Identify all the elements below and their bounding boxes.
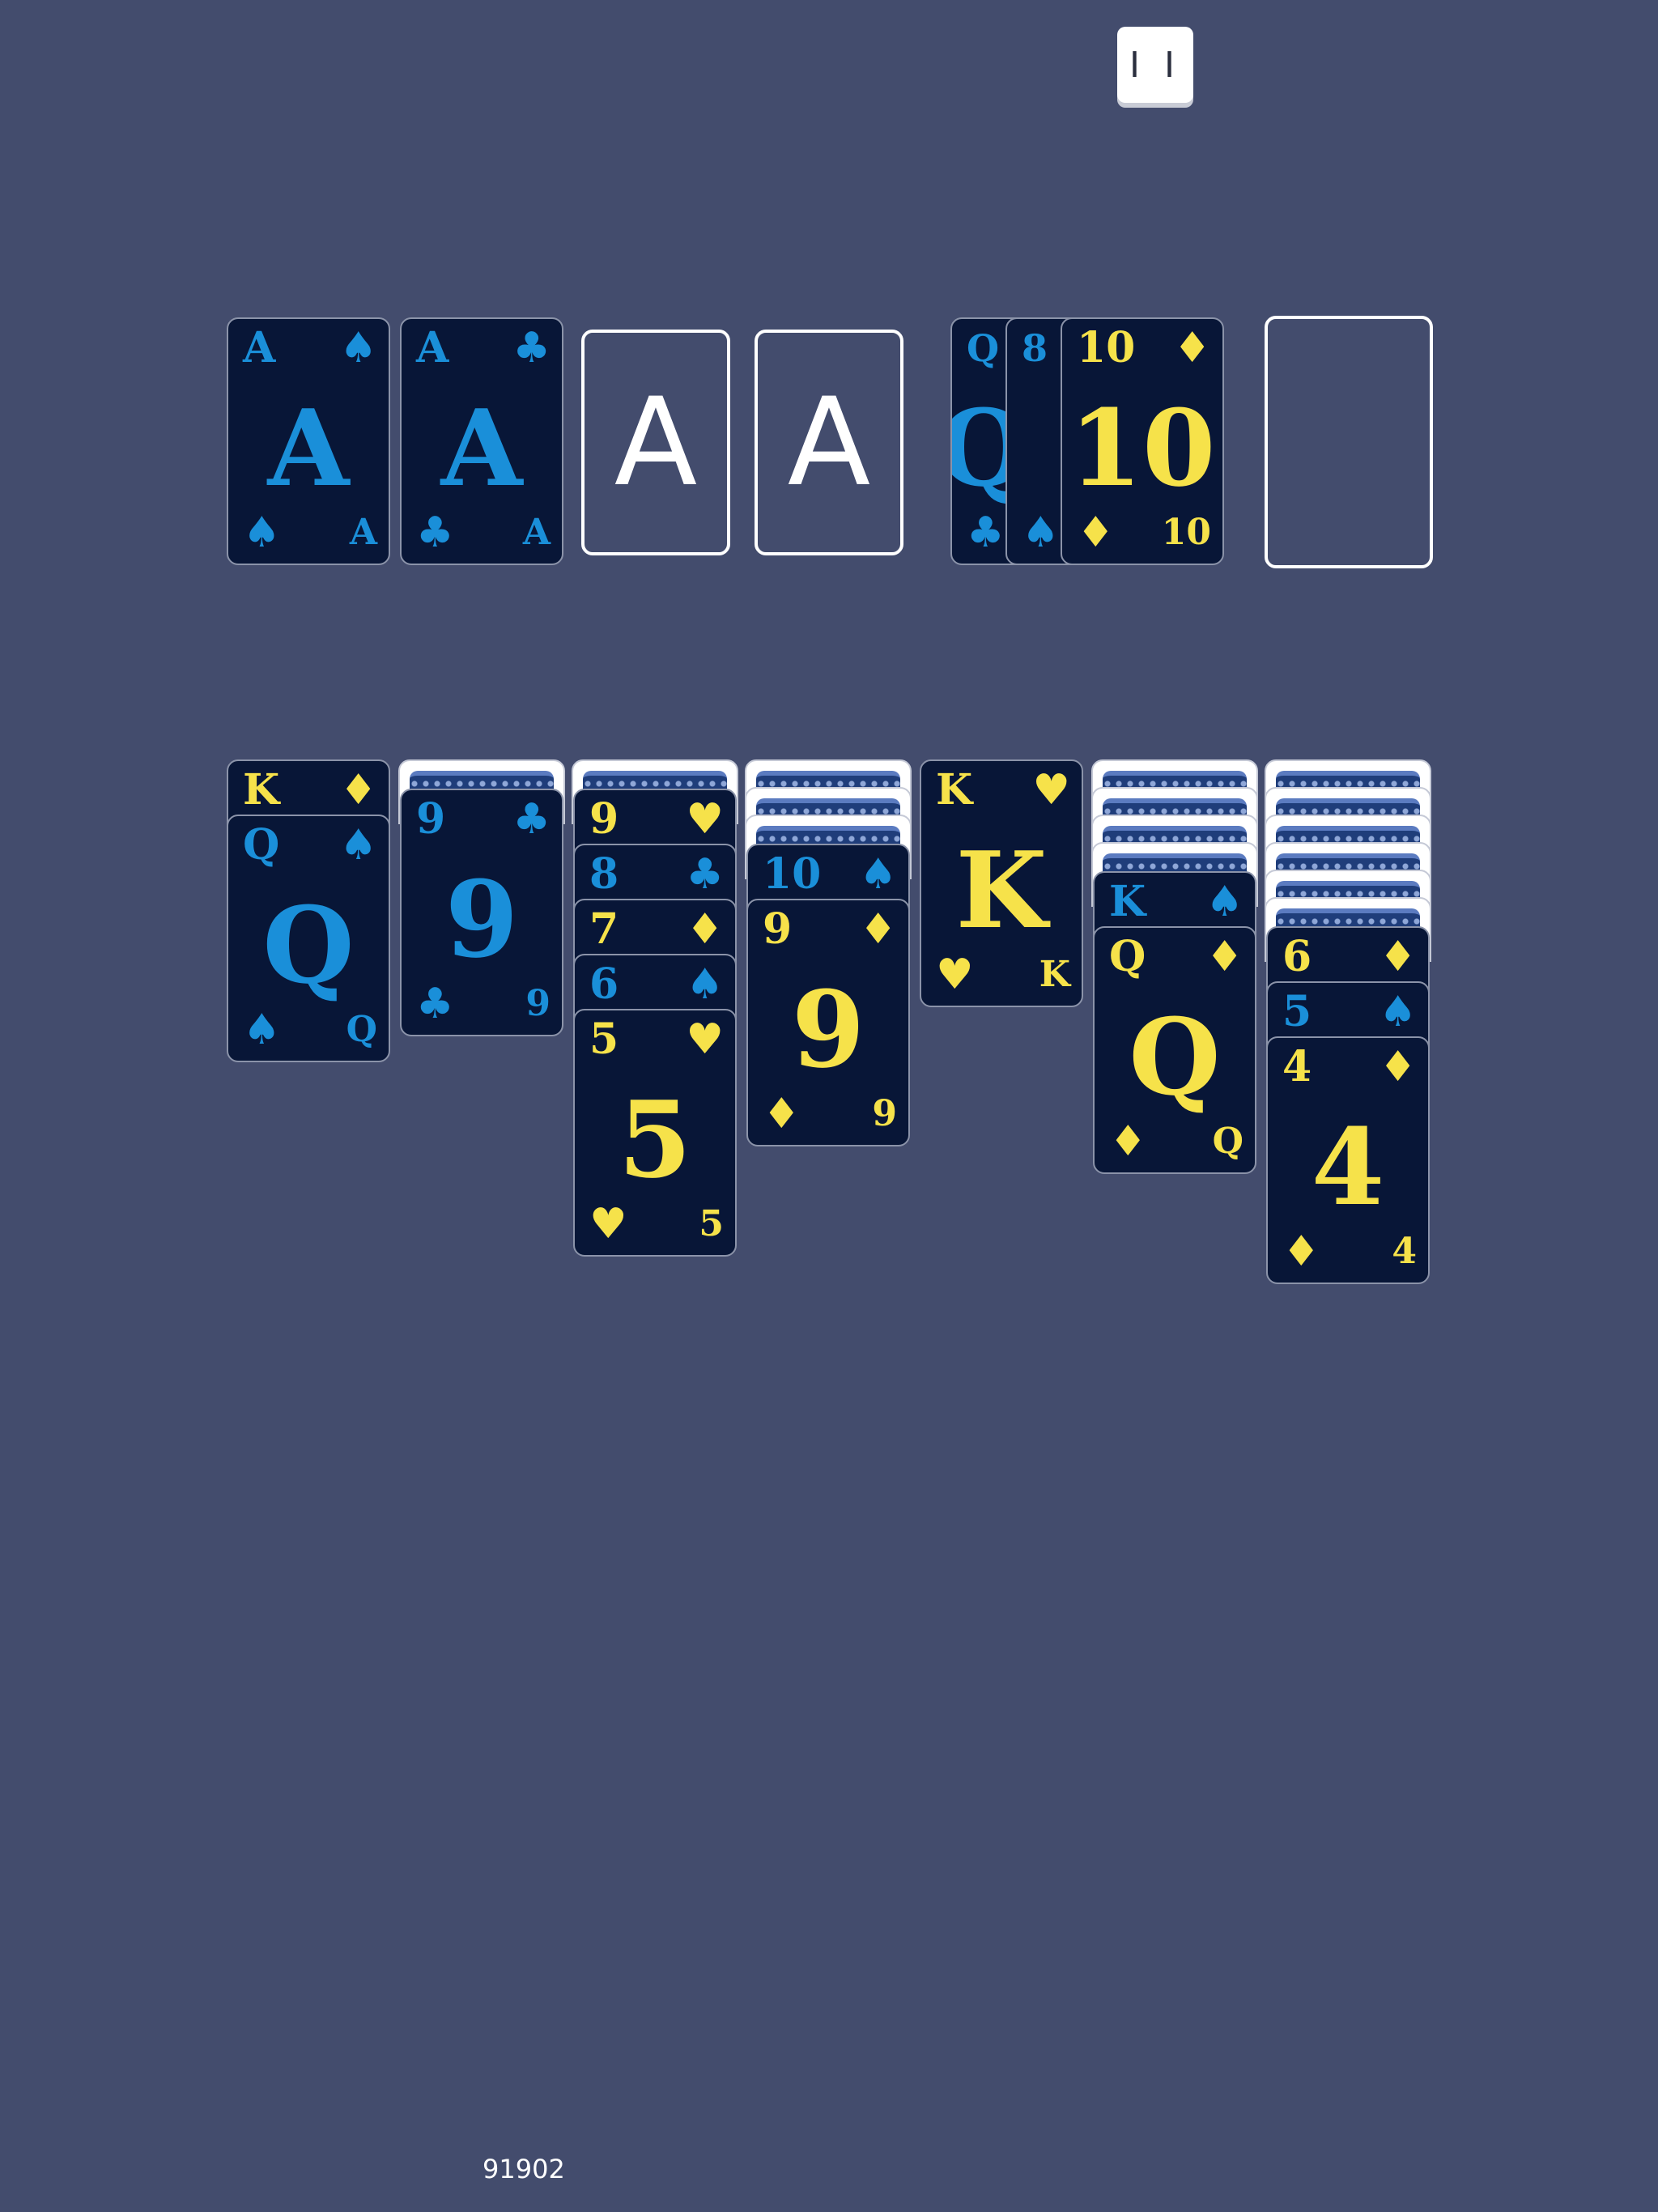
spade-icon: ♠ bbox=[339, 821, 377, 870]
card-rank: A bbox=[416, 323, 449, 372]
spade-icon: ♠ bbox=[339, 324, 377, 372]
diamond-icon: ♦ bbox=[1109, 1117, 1147, 1166]
diamond-icon: ♦ bbox=[686, 905, 724, 954]
pause-button[interactable]: I I bbox=[1117, 27, 1193, 103]
card-rank: K bbox=[1109, 877, 1146, 926]
card-rank: Q bbox=[1212, 1121, 1244, 1162]
spade-icon: ♠ bbox=[1379, 988, 1417, 1036]
heart-icon: ♥ bbox=[1032, 766, 1070, 815]
club-icon: ♣ bbox=[416, 508, 454, 557]
card-rank: 10 bbox=[763, 849, 822, 899]
club-icon: ♣ bbox=[416, 980, 454, 1028]
card-rank: Q bbox=[967, 326, 1000, 370]
card-center-rank: Q bbox=[1129, 995, 1221, 1119]
tableau-card[interactable]: 5 ♥ 5 ♥ 5 bbox=[573, 1009, 737, 1257]
card-rank: 9 bbox=[763, 904, 793, 954]
card-rank: 4 bbox=[1392, 1231, 1417, 1272]
card-center-rank: 5 bbox=[618, 1078, 692, 1202]
card-center-rank: 10 bbox=[1069, 386, 1216, 510]
club-icon: ♣ bbox=[512, 324, 551, 372]
spade-icon: ♠ bbox=[1022, 508, 1060, 557]
diamond-icon: ♦ bbox=[339, 766, 377, 815]
card-rank: Q bbox=[243, 820, 280, 870]
foundation-clubs-card[interactable]: A ♣ A ♣ A bbox=[400, 317, 563, 565]
card-rank: 9 bbox=[416, 794, 446, 844]
diamond-icon: ♦ bbox=[763, 1090, 801, 1138]
diamond-icon: ♦ bbox=[1077, 508, 1115, 557]
spade-icon: ♠ bbox=[1205, 878, 1244, 926]
heart-icon: ♥ bbox=[936, 951, 974, 999]
heart-icon: ♥ bbox=[686, 795, 724, 844]
foundation-empty-slot[interactable]: A bbox=[581, 330, 730, 555]
heart-icon: ♥ bbox=[686, 1015, 724, 1064]
diamond-icon: ♦ bbox=[1282, 1227, 1320, 1276]
card-rank: 5 bbox=[699, 1203, 724, 1244]
card-rank: 5 bbox=[589, 1015, 619, 1064]
card-center-rank: Q bbox=[262, 883, 355, 1007]
spade-icon: ♠ bbox=[243, 1006, 281, 1054]
card-center-rank: 9 bbox=[444, 857, 519, 981]
card-rank: A bbox=[349, 512, 377, 553]
club-icon: ♣ bbox=[967, 508, 1005, 557]
club-icon: ♣ bbox=[512, 795, 551, 844]
card-rank: A bbox=[243, 323, 276, 372]
card-rank: K bbox=[936, 765, 973, 815]
foundation-empty-slot[interactable]: A bbox=[755, 330, 903, 555]
card-rank: 9 bbox=[872, 1093, 897, 1134]
tableau-card[interactable]: K ♥ K ♥ K bbox=[920, 759, 1083, 1007]
tableau-card[interactable]: 9 ♣ 9 ♣ 9 bbox=[400, 789, 563, 1036]
tableau-card[interactable]: 9 ♦ 9 ♦ 9 bbox=[746, 899, 910, 1146]
spade-icon: ♠ bbox=[686, 960, 724, 1009]
card-center-rank: A bbox=[267, 386, 350, 510]
card-rank: K bbox=[1039, 954, 1070, 995]
spade-icon: ♠ bbox=[859, 850, 897, 899]
card-center-rank: A bbox=[440, 386, 523, 510]
card-rank: 6 bbox=[589, 959, 619, 1009]
stock-pile-empty[interactable] bbox=[1265, 316, 1433, 568]
score-label: 91902 bbox=[483, 2154, 565, 2184]
card-rank: K bbox=[243, 765, 280, 815]
card-rank: 10 bbox=[1077, 323, 1136, 372]
diamond-icon: ♦ bbox=[1379, 1043, 1417, 1091]
card-rank: 8 bbox=[589, 849, 619, 899]
diamond-icon: ♦ bbox=[859, 905, 897, 954]
diamond-icon: ♦ bbox=[1379, 933, 1417, 981]
foundation-spades-card[interactable]: A ♠ A ♠ A bbox=[227, 317, 390, 565]
card-rank: 7 bbox=[589, 904, 619, 954]
card-rank: A bbox=[522, 512, 551, 553]
card-center-rank: 9 bbox=[791, 968, 865, 1091]
foundation-slot-label: A bbox=[787, 372, 871, 513]
card-rank: 4 bbox=[1282, 1042, 1312, 1091]
card-rank: 10 bbox=[1161, 512, 1211, 553]
spade-icon: ♠ bbox=[243, 508, 281, 557]
card-center-rank: 4 bbox=[1311, 1105, 1385, 1229]
card-rank: Q bbox=[1109, 932, 1146, 981]
card-rank: 5 bbox=[1282, 987, 1312, 1036]
heart-icon: ♥ bbox=[589, 1200, 627, 1249]
card-center-rank: K bbox=[955, 828, 1048, 952]
card-rank: 9 bbox=[589, 794, 619, 844]
diamond-icon: ♦ bbox=[1205, 933, 1244, 981]
card-rank: 8 bbox=[1022, 326, 1048, 370]
diamond-icon: ♦ bbox=[1173, 324, 1211, 372]
club-icon: ♣ bbox=[686, 850, 724, 899]
card-rank: 9 bbox=[525, 983, 551, 1024]
waste-top-card[interactable]: 10 ♦ 10 ♦ 10 bbox=[1061, 317, 1224, 565]
tableau-card[interactable]: 4 ♦ 4 ♦ 4 bbox=[1266, 1036, 1430, 1284]
card-rank: Q bbox=[346, 1009, 377, 1050]
foundation-slot-label: A bbox=[614, 372, 698, 513]
card-rank: 6 bbox=[1282, 932, 1312, 981]
tableau-card[interactable]: Q ♦ Q ♦ Q bbox=[1093, 926, 1256, 1174]
tableau-card[interactable]: Q ♠ Q ♠ Q bbox=[227, 815, 390, 1062]
